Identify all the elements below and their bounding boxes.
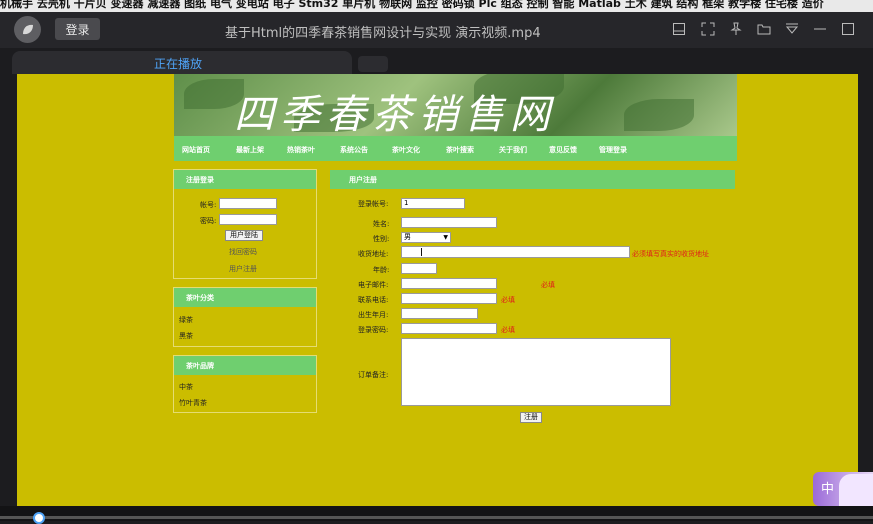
- banner-title: 四季春茶销售网: [234, 92, 556, 136]
- tab-playlist[interactable]: [358, 56, 388, 72]
- register-link[interactable]: 用户注册: [229, 264, 257, 274]
- register-submit-button[interactable]: 注册: [520, 412, 542, 423]
- forgot-password-link[interactable]: 找回密码: [229, 247, 257, 257]
- nav-culture[interactable]: 茶叶文化: [392, 145, 420, 155]
- tab-bar: 正在播放: [0, 48, 873, 74]
- reg-password-label: 登录密码:: [358, 326, 389, 334]
- reg-phone-label: 联系电话:: [358, 296, 389, 304]
- pin-icon[interactable]: [727, 20, 745, 38]
- reg-name-label: 姓名:: [373, 220, 390, 228]
- reg-birth-input[interactable]: [401, 308, 478, 319]
- category-box-title: 茶叶分类: [174, 288, 316, 307]
- login-account-input[interactable]: [219, 198, 277, 209]
- player-logo-icon[interactable]: [14, 16, 41, 43]
- nav-search[interactable]: 茶叶搜索: [446, 145, 474, 155]
- minimode-icon[interactable]: [670, 20, 688, 38]
- nav-admin-login[interactable]: 管理登录: [599, 145, 627, 155]
- gender-value: 男: [404, 233, 411, 241]
- nav-home[interactable]: 网站首页: [182, 145, 210, 155]
- category-box: 茶叶分类 绿茶 黑茶: [173, 287, 317, 347]
- login-box-title: 注册登录: [174, 170, 316, 189]
- register-title: 用户注册: [330, 170, 735, 189]
- nav-hot[interactable]: 热销茶叶: [287, 145, 315, 155]
- reg-email-input[interactable]: [401, 278, 497, 289]
- reg-gender-select[interactable]: 男 ▼: [401, 232, 451, 243]
- reg-remark-textarea[interactable]: [401, 338, 671, 406]
- seek-bar[interactable]: [0, 506, 873, 524]
- background-text: 机械手 去壳机 干片贝 变速器 减速器 图纸 电气 变电站 电子 Stm32 单…: [0, 0, 824, 10]
- player-titlebar: 登录 基于Html的四季春茶销售网设计与实现 演示视频.mp4: [0, 12, 873, 48]
- reg-age-label: 年龄:: [373, 266, 390, 274]
- nav-about[interactable]: 关于我们: [499, 145, 527, 155]
- tab-now-playing[interactable]: 正在播放: [12, 51, 352, 74]
- player-login-button[interactable]: 登录: [55, 18, 100, 40]
- nav-feedback[interactable]: 意见反馈: [549, 145, 577, 155]
- maximize-icon[interactable]: [839, 20, 857, 38]
- reg-address-hint: 必须填写真实的收货地址: [632, 250, 709, 258]
- login-box: 注册登录 帐号: 密码: 用户登陆 找回密码 用户注册: [173, 169, 317, 279]
- text-cursor: [421, 248, 422, 256]
- brand-item[interactable]: 竹叶青茶: [179, 398, 207, 408]
- brand-box: 茶叶品牌 中茶 竹叶青茶: [173, 355, 317, 413]
- minimize-icon[interactable]: [811, 20, 829, 38]
- brand-box-title: 茶叶品牌: [174, 356, 316, 375]
- reg-birth-label: 出生年月:: [358, 311, 389, 319]
- login-password-input[interactable]: [219, 214, 277, 225]
- category-item[interactable]: 黑茶: [179, 331, 193, 341]
- reg-email-label: 电子邮件:: [358, 281, 389, 289]
- reg-address-label: 收货地址:: [358, 250, 389, 258]
- reg-remark-label: 订单备注:: [358, 371, 389, 379]
- reg-email-required: 必填: [541, 281, 555, 289]
- reg-name-input[interactable]: [401, 217, 497, 228]
- login-account-label: 帐号:: [200, 201, 217, 209]
- fullscreen-icon[interactable]: [699, 20, 717, 38]
- mascot-avatar: [839, 474, 873, 506]
- chevron-down-icon: ▼: [443, 234, 448, 241]
- reg-password-required: 必填: [501, 326, 515, 334]
- login-button[interactable]: 用户登陆: [225, 230, 263, 241]
- reg-phone-input[interactable]: [401, 293, 497, 304]
- folder-icon[interactable]: [755, 20, 773, 38]
- reg-account-input[interactable]: 1: [401, 198, 465, 209]
- menu-dropdown-icon[interactable]: [783, 20, 801, 38]
- site-nav: 网站首页 最新上架 热销茶叶 系统公告 茶叶文化 茶叶搜索 关于我们 意见反馈 …: [174, 136, 737, 161]
- nav-notice[interactable]: 系统公告: [340, 145, 368, 155]
- mascot-widget[interactable]: 中: [813, 472, 873, 506]
- tab-label: 正在播放: [154, 57, 203, 71]
- reg-address-input[interactable]: [401, 246, 630, 258]
- reg-password-input[interactable]: [401, 323, 497, 334]
- site-banner: 四季春茶销售网: [174, 74, 737, 136]
- brand-item[interactable]: 中茶: [179, 382, 193, 392]
- seek-track: [0, 516, 873, 519]
- login-password-label: 密码:: [200, 217, 217, 225]
- background-window-strip: 机械手 去壳机 干片贝 变速器 减速器 图纸 电气 变电站 电子 Stm32 单…: [0, 0, 873, 12]
- category-item[interactable]: 绿茶: [179, 315, 193, 325]
- reg-gender-label: 性别:: [373, 235, 390, 243]
- seek-handle[interactable]: [33, 512, 45, 524]
- reg-account-label: 登录帐号:: [358, 200, 389, 208]
- nav-new[interactable]: 最新上架: [236, 145, 264, 155]
- mascot-label: 中: [821, 482, 835, 497]
- reg-phone-required: 必填: [501, 296, 515, 304]
- reg-age-input[interactable]: [401, 263, 437, 274]
- window-title: 基于Html的四季春茶销售网设计与实现 演示视频.mp4: [225, 26, 541, 41]
- video-frame[interactable]: 四季春茶销售网 网站首页 最新上架 热销茶叶 系统公告 茶叶文化 茶叶搜索 关于…: [17, 74, 858, 506]
